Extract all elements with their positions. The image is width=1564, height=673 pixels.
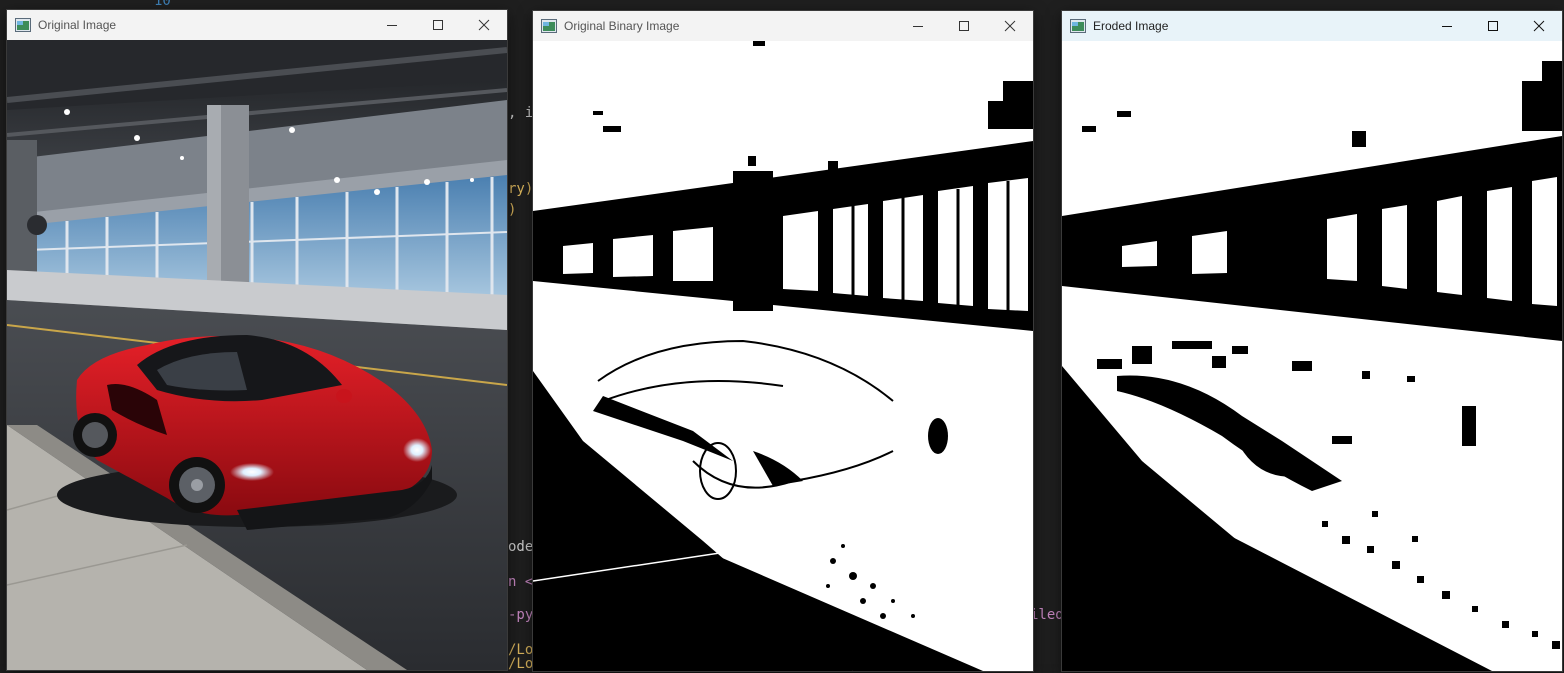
window-title: Original Image: [38, 18, 117, 32]
window-titlebar[interactable]: Original Binary Image: [533, 11, 1033, 41]
close-icon: [478, 19, 490, 31]
close-button[interactable]: [461, 10, 507, 40]
code-text: ): [508, 202, 517, 218]
close-button[interactable]: [987, 11, 1033, 41]
minimize-icon: [913, 26, 923, 27]
opencv-window-icon: [1070, 19, 1086, 33]
opencv-window-icon: [541, 19, 557, 33]
opencv-window-icon: [15, 18, 31, 32]
image-canvas: [533, 41, 1033, 671]
maximize-icon: [959, 21, 969, 31]
close-button[interactable]: [1516, 11, 1562, 41]
window-titlebar[interactable]: Original Image: [7, 10, 507, 40]
close-icon: [1004, 20, 1016, 32]
car-photo: [7, 40, 507, 670]
maximize-button[interactable]: [415, 10, 461, 40]
minimize-icon: [387, 25, 397, 26]
eroded-image-window[interactable]: Eroded Image: [1062, 11, 1562, 671]
image-canvas: [1062, 41, 1562, 671]
code-text: ry): [508, 181, 534, 197]
minimize-button[interactable]: [1424, 11, 1470, 41]
minimize-button[interactable]: [369, 10, 415, 40]
window-title: Eroded Image: [1093, 19, 1169, 33]
minimize-button[interactable]: [895, 11, 941, 41]
code-line-number: 10: [154, 0, 171, 9]
maximize-icon: [1488, 21, 1498, 31]
maximize-button[interactable]: [1470, 11, 1516, 41]
window-title: Original Binary Image: [564, 19, 680, 33]
window-titlebar[interactable]: Eroded Image: [1062, 11, 1562, 41]
image-canvas: [7, 40, 507, 670]
maximize-icon: [433, 20, 443, 30]
close-icon: [1533, 20, 1545, 32]
maximize-button[interactable]: [941, 11, 987, 41]
binary-image-window[interactable]: Original Binary Image: [533, 11, 1033, 671]
minimize-icon: [1442, 26, 1452, 27]
original-image-window[interactable]: Original Image: [7, 10, 507, 670]
eroded-photo: [1062, 41, 1562, 671]
binary-photo: [533, 41, 1033, 671]
